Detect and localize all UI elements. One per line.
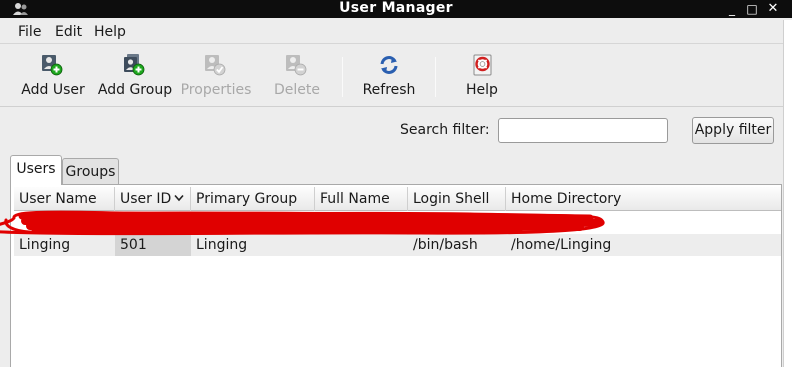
properties-button[interactable]: Properties	[178, 51, 254, 103]
user-manager-window: User Manager _ □ ✕ File Edit Help Add Us…	[0, 0, 792, 367]
refresh-button[interactable]: Refresh	[359, 51, 419, 103]
cell-full-name	[315, 234, 408, 256]
tab-groups[interactable]: Groups	[62, 158, 119, 185]
maximize-button[interactable]: □	[744, 1, 760, 17]
column-header-label: Home Directory	[511, 191, 622, 207]
refresh-label: Refresh	[362, 82, 416, 98]
column-header-home-directory[interactable]: Home Directory	[506, 187, 781, 211]
column-header-label: User ID	[120, 191, 172, 207]
cell-primary-group	[191, 212, 315, 234]
toolbar: Add User Add Group Properties Delete Ref…	[0, 45, 783, 107]
delete-user-icon	[286, 55, 307, 76]
menu-file[interactable]: File	[16, 23, 43, 41]
cell-home-directory: /home/Linging	[511, 237, 612, 253]
column-header-label: User Name	[19, 191, 97, 207]
minimize-button[interactable]: _	[724, 1, 740, 17]
column-header-user-name[interactable]: User Name	[14, 187, 115, 211]
tab-users[interactable]: Users	[10, 155, 62, 185]
column-header-full-name[interactable]: Full Name	[315, 187, 408, 211]
properties-label: Properties	[180, 82, 252, 98]
column-header-label: Login Shell	[413, 191, 490, 207]
column-header-label: Primary Group	[196, 191, 298, 207]
cell-login-shell	[408, 212, 506, 234]
help-label: Help	[466, 82, 498, 98]
add-user-button[interactable]: Add User	[18, 51, 88, 103]
cell-user-id	[115, 212, 191, 234]
window-title: User Manager	[339, 0, 453, 16]
search-filter-input[interactable]	[498, 118, 668, 143]
column-header-label: Full Name	[320, 191, 390, 207]
close-button[interactable]: ✕	[765, 1, 781, 17]
menu-help[interactable]: Help	[92, 23, 128, 41]
add-user-label: Add User	[21, 82, 85, 98]
menu-bar: File Edit Help	[0, 20, 783, 44]
chevron-down-icon	[174, 194, 184, 202]
delete-label: Delete	[274, 82, 320, 98]
apply-filter-button[interactable]: Apply filter	[692, 117, 774, 144]
add-group-icon	[124, 54, 145, 76]
menu-edit[interactable]: Edit	[53, 23, 84, 41]
toolbar-separator	[342, 57, 343, 97]
cell-user-name	[14, 212, 115, 234]
column-header-login-shell[interactable]: Login Shell	[408, 187, 506, 211]
help-lifebuoy-icon	[473, 54, 492, 76]
refresh-icon	[380, 56, 398, 74]
cell-full-name	[315, 212, 408, 234]
window-edge	[783, 20, 792, 367]
cell-user-name: Linging	[19, 237, 71, 253]
users-table: User Name User ID Primary Group Full Nam…	[10, 184, 782, 367]
help-button[interactable]: Help	[458, 51, 506, 103]
properties-icon	[205, 55, 226, 76]
add-group-button[interactable]: Add Group	[96, 51, 174, 103]
cell-primary-group: Linging	[196, 237, 248, 253]
column-header-primary-group[interactable]: Primary Group	[191, 187, 315, 211]
title-bar[interactable]: User Manager _ □ ✕	[0, 0, 792, 18]
add-group-label: Add Group	[97, 82, 173, 98]
cell-user-id: 501	[115, 234, 191, 256]
table-row[interactable]	[14, 212, 781, 234]
cell-login-shell: /bin/bash	[413, 237, 478, 253]
delete-button[interactable]: Delete	[266, 51, 328, 103]
search-filter-label: Search filter:	[400, 122, 490, 138]
cell-home-directory	[506, 212, 781, 234]
table-header: User Name User ID Primary Group Full Nam…	[14, 187, 781, 211]
table-row[interactable]: Linging 501 Linging /bin/bash /home/Ling…	[14, 234, 781, 256]
add-user-icon	[42, 55, 63, 76]
toolbar-separator	[435, 57, 436, 97]
column-header-user-id[interactable]: User ID	[115, 187, 191, 211]
